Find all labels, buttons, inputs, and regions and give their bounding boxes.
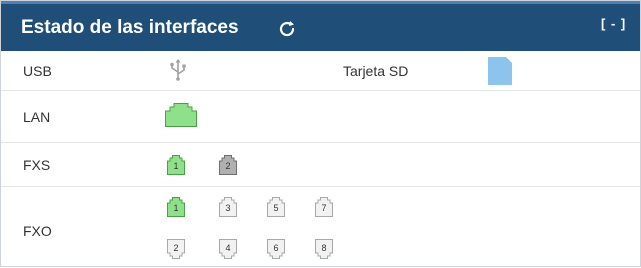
collapse-button[interactable]: [ - ] — [601, 16, 626, 31]
lan-row: LAN — [1, 91, 640, 143]
sd-card-icon — [488, 57, 512, 85]
fxs-label: FXS — [23, 156, 51, 173]
fxs-row: FXS 1 2 — [1, 143, 640, 187]
sd-card-label: Tarjeta SD — [343, 62, 409, 79]
refresh-icon[interactable] — [277, 19, 297, 39]
fxo-port-number: 4 — [225, 243, 231, 253]
fxo-port-number: 7 — [321, 203, 327, 213]
fxo-port-number: 2 — [173, 243, 179, 253]
fxo-port-number: 6 — [273, 243, 279, 253]
usb-label: USB — [23, 62, 52, 79]
fxo-port-6[interactable]: 6 — [267, 239, 285, 259]
fxo-row: FXO 1 3 5 7 2 4 6 8 — [1, 187, 640, 268]
interfaces-status-panel: Estado de las interfaces [ - ] USB Tarje… — [0, 0, 641, 267]
fxo-port-number: 5 — [273, 203, 279, 213]
fxs-port-number: 1 — [173, 161, 179, 171]
fxo-port-4[interactable]: 4 — [219, 239, 237, 259]
fxo-port-number: 8 — [321, 243, 327, 253]
lan-port-icon[interactable] — [165, 103, 197, 127]
fxs-port-2[interactable]: 2 — [219, 155, 237, 175]
fxo-port-3[interactable]: 3 — [219, 197, 237, 217]
fxs-port-1[interactable]: 1 — [167, 155, 185, 175]
panel-header: Estado de las interfaces [ - ] — [1, 1, 640, 51]
fxo-port-2[interactable]: 2 — [167, 239, 185, 259]
fxo-port-5[interactable]: 5 — [267, 197, 285, 217]
panel-title: Estado de las interfaces — [21, 17, 239, 38]
fxo-port-number: 3 — [225, 203, 231, 213]
fxs-port-number: 2 — [225, 161, 231, 171]
fxo-label: FXO — [23, 223, 52, 239]
fxo-port-8[interactable]: 8 — [315, 239, 333, 259]
fxo-port-number: 1 — [173, 203, 179, 213]
fxo-port-7[interactable]: 7 — [315, 197, 333, 217]
usb-row: USB Tarjeta SD — [1, 51, 640, 91]
usb-icon — [169, 59, 187, 81]
fxo-port-1[interactable]: 1 — [167, 197, 185, 217]
lan-label: LAN — [23, 108, 51, 125]
